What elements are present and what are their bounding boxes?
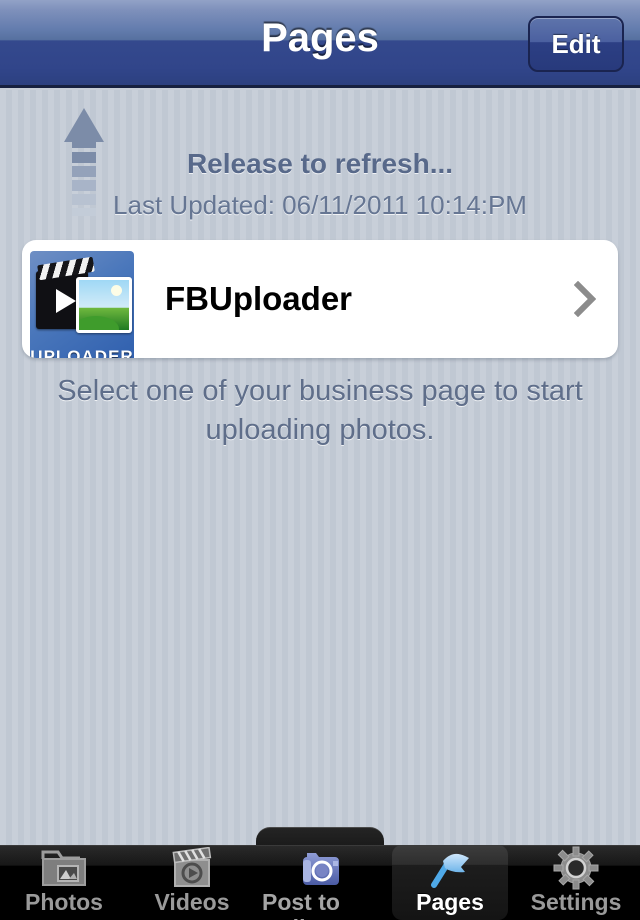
tab-videos-label: Videos [154, 889, 230, 915]
tab-settings[interactable]: Settings [518, 845, 634, 920]
edit-button-label: Edit [551, 28, 601, 59]
gear-icon [553, 846, 599, 890]
pull-to-refresh-header: Release to refresh... Last Updated: 06/1… [0, 100, 640, 220]
tab-settings-label: Settings [530, 889, 622, 915]
app-screen: Pages Edit Release to refresh... Last Up… [0, 0, 640, 920]
last-updated-text: Last Updated: 06/11/2011 10:14:PM [113, 190, 527, 220]
edit-button[interactable]: Edit [528, 16, 624, 72]
tab-post-to-wall[interactable]: Post to wall [262, 845, 378, 920]
app-icon-caption: UPLOADER [30, 347, 134, 358]
clapperboard-icon [169, 847, 215, 889]
table-row-title: FBUploader [165, 280, 353, 317]
fbuploader-app-icon: UPLOADER [30, 251, 134, 358]
refresh-text-group: Release to refresh... Last Updated: 06/1… [0, 100, 640, 221]
tab-post-to-wall-label: Post to wall [262, 889, 340, 920]
chevron-right-icon [574, 240, 596, 358]
navigation-bar: Pages Edit [0, 0, 640, 88]
tab-pages[interactable]: Pages [392, 845, 508, 920]
camera-icon [293, 847, 347, 889]
table-row[interactable]: UPLOADER FBUploader [22, 240, 618, 358]
photos-folder-icon [40, 847, 88, 889]
list-footer-note: Select one of your business page to star… [57, 375, 583, 446]
tab-photos-label: Photos [25, 889, 103, 915]
tab-pages-label: Pages [416, 889, 484, 915]
tab-photos[interactable]: Photos [6, 845, 122, 920]
flag-icon [425, 847, 475, 889]
tab-videos[interactable]: Videos [134, 845, 250, 920]
refresh-status-text: Release to refresh... [186, 148, 454, 179]
